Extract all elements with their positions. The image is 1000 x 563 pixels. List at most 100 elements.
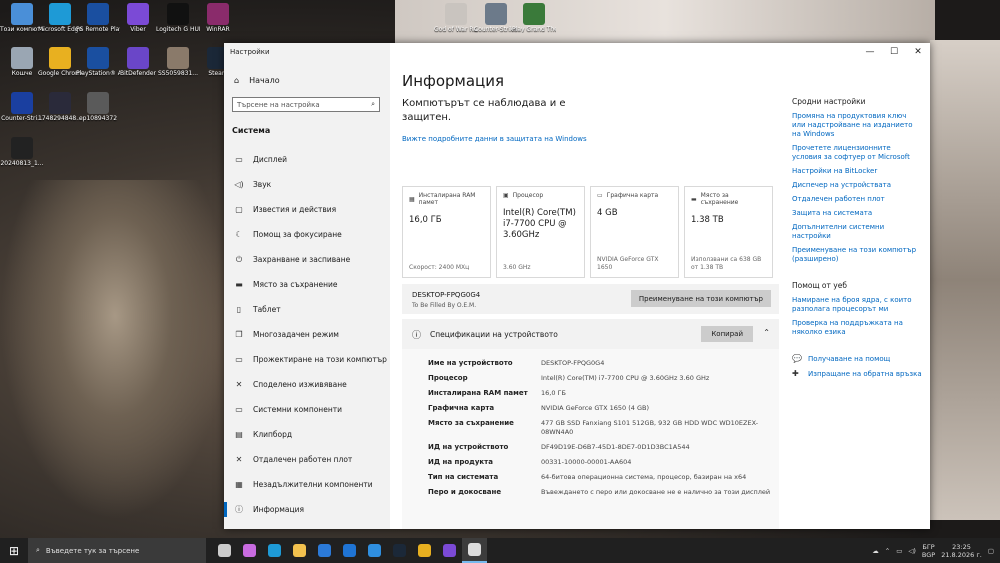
related-setting-link[interactable]: Допълнителни системни настройки — [792, 223, 922, 241]
spec-card-header: ▣ Процесор — [503, 192, 578, 199]
related-settings: Сродни настройки Промяна на продуктовия … — [792, 97, 922, 384]
nav-list: ▭ Дисплей ◁) Звук ▢ Известия и действия ☾ Помощ… — [224, 147, 390, 522]
taskbar-app-settings[interactable] — [462, 538, 487, 563]
nav-item[interactable]: ☾ Помощ за фокусиране — [224, 222, 390, 247]
nav-item[interactable]: ▦ Незадължителни компоненти — [224, 472, 390, 497]
nav-item[interactable]: ▤ Клипборд — [224, 422, 390, 447]
app-icon — [167, 47, 189, 69]
spec-row: Тип на системата 64-битова операционна си… — [428, 473, 773, 482]
desktop-icon-label: PlayStation® Accessories — [76, 70, 120, 77]
close-button[interactable]: ✕ — [906, 43, 930, 61]
desktop-icon-label: God of War Ragnarok — [434, 26, 478, 33]
start-button[interactable]: ⊞ — [0, 538, 28, 563]
spec-key: Инсталирана RAM памет — [428, 389, 528, 397]
desktop-icon[interactable]: PlayStation® Accessories — [76, 47, 120, 77]
nav-home-label: Начало — [249, 76, 280, 85]
related-setting-link[interactable]: Преименуване на този компютър (разширено… — [792, 246, 922, 264]
nav-home[interactable]: ⌂ Начало — [234, 76, 280, 85]
settings-search-placeholder: Търсене на настройка — [237, 100, 320, 109]
nav-item[interactable]: ✕ Споделено изживяване — [224, 372, 390, 397]
related-setting-link[interactable]: Настройки на BitLocker — [792, 167, 922, 176]
web-help-link[interactable]: Проверка на поддръжката на няколко езика — [792, 319, 922, 337]
spec-card: ▭ Графична карта 4 GB NVIDIA GeForce GTX 16… — [590, 186, 679, 278]
taskbar-app-mail[interactable] — [362, 538, 387, 563]
nav-item[interactable]: ▯ Таблет — [224, 297, 390, 322]
spec-card-subtext: Скорост: 2400 MXц — [409, 264, 470, 271]
device-specs-header[interactable]: ⓘ Спецификации на устройството Копирай ⌃ — [402, 319, 779, 349]
nav-item-label: Споделено изживяване — [253, 380, 347, 389]
taskbar-app-file-explorer[interactable] — [287, 538, 312, 563]
get-help-label: Получаване на помощ — [808, 354, 891, 363]
taskbar-app-store[interactable] — [312, 538, 337, 563]
minimize-button[interactable]: — — [858, 43, 882, 61]
edge-icon — [268, 544, 281, 557]
rename-pc-button[interactable]: Преименуване на този компютър — [630, 290, 771, 307]
copy-button[interactable]: Копирай — [701, 326, 753, 342]
steam-tray-icon[interactable]: ☁ — [872, 547, 879, 555]
settings-search-input[interactable]: Търсене на настройка ⌕ — [232, 97, 380, 112]
nav-item-icon: ✕ — [235, 380, 243, 389]
web-help-link[interactable]: Намиране на броя ядра, с които разполага… — [792, 296, 922, 314]
protection-details-link[interactable]: Вижте подробните данни в защитата на Win… — [402, 135, 587, 143]
nav-item[interactable]: ▭ Дисплей — [224, 147, 390, 172]
system-tray: ☁ ⌃ ▭ ◁) БГР BGP 23:25 21.8.2026 г. ▢ — [872, 543, 1000, 559]
window-controls: — ☐ ✕ — [858, 43, 930, 61]
related-setting-link[interactable]: Защита на системата — [792, 209, 922, 218]
nav-item[interactable]: ▭ Прожектиране на този компютър — [224, 347, 390, 372]
nav-item[interactable]: ⏻ Захранване и заспиване — [224, 247, 390, 272]
volume-icon[interactable]: ◁) — [908, 547, 916, 555]
desktop-icon[interactable]: God of War Ragnarok — [434, 3, 478, 33]
desktop-icon[interactable]: WinRAR — [196, 3, 240, 33]
nav-item[interactable]: ◁) Звук — [224, 172, 390, 197]
nav-item[interactable]: ❐ Многозадачен режим — [224, 322, 390, 347]
nav-item[interactable]: ▢ Известия и действия — [224, 197, 390, 222]
feedback-link[interactable]: ✚ Изпращане на обратна връзка — [792, 369, 922, 378]
show-hidden-icons-icon[interactable]: ⌃ — [885, 547, 890, 555]
spec-key: Тип на системата — [428, 473, 499, 481]
spec-card-subtext: Използвани са 638 GB от 1.38 TB — [691, 256, 762, 271]
settings-content: — ☐ ✕ Информация Компютърът се наблюдава… — [390, 43, 930, 529]
taskbar-app-steam[interactable] — [387, 538, 412, 563]
taskbar-app-edge[interactable] — [262, 538, 287, 563]
desktop-icon[interactable]: 20240813_1... — [0, 137, 44, 167]
maximize-button[interactable]: ☐ — [882, 43, 906, 61]
web-help-title: Помощ от уеб — [792, 281, 847, 290]
desktop-icon[interactable]: Logitech G HUB — [156, 3, 200, 33]
related-setting-link[interactable]: Диспечер на устройствата — [792, 181, 922, 190]
nav-item[interactable]: ⓘ Информация — [224, 497, 390, 522]
app-icon — [87, 3, 109, 25]
taskbar-app-chrome[interactable] — [412, 538, 437, 563]
notifications-icon[interactable]: ▢ — [988, 547, 994, 555]
clock[interactable]: 23:25 21.8.2026 г. — [941, 543, 982, 559]
spec-value: 64-битова операционна система, процесор,… — [541, 473, 747, 481]
search-icon: ⌕ — [36, 546, 40, 554]
spec-row: Процесор Intel(R) Core(TM) i7-7700 CPU @ … — [428, 374, 773, 383]
network-icon[interactable]: ▭ — [896, 547, 902, 555]
chevron-up-icon[interactable]: ⌃ — [763, 328, 770, 337]
desktop-icon[interactable]: BitDefender — [116, 47, 160, 77]
desktop-icon[interactable]: ep10894372 — [76, 92, 120, 122]
desktop-icon[interactable]: Play Grand Theft Auto V — [512, 3, 556, 33]
desktop-icon[interactable]: Viber — [116, 3, 160, 33]
nav-item[interactable]: ▬ Място за съхранение — [224, 272, 390, 297]
taskbar-app-task-view[interactable] — [212, 538, 237, 563]
app-icon — [207, 3, 229, 25]
desktop-icon[interactable]: PS Remote Play — [76, 3, 120, 33]
nav-item[interactable]: ✕ Отдалечен работен плот — [224, 447, 390, 472]
language-indicator[interactable]: БГР BGP — [922, 543, 935, 559]
app-icon — [445, 3, 467, 25]
taskbar-app-outlook[interactable] — [337, 538, 362, 563]
related-setting-link[interactable]: Прочетете лицензионните условия за софту… — [792, 144, 922, 162]
get-help-link[interactable]: 💬 Получаване на помощ — [792, 354, 922, 363]
hardware-icon: ▦ — [409, 195, 415, 203]
feedback-label: Изпращане на обратна връзка — [808, 369, 922, 378]
taskbar-app-copilot[interactable] — [237, 538, 262, 563]
desktop-icon-label: Play Grand Theft Auto V — [512, 26, 556, 33]
spec-key: Перо и докосване — [428, 488, 502, 496]
related-setting-link[interactable]: Отдалечен работен плот — [792, 195, 922, 204]
nav-item[interactable]: ▭ Системни компоненти — [224, 397, 390, 422]
taskbar-search-input[interactable]: ⌕ Въведете тук за търсене — [28, 538, 206, 563]
related-setting-link[interactable]: Промяна на продуктовия ключ или надстрой… — [792, 112, 922, 139]
desktop-icon[interactable]: SS5059831... — [156, 47, 200, 77]
taskbar-app-viber[interactable] — [437, 538, 462, 563]
